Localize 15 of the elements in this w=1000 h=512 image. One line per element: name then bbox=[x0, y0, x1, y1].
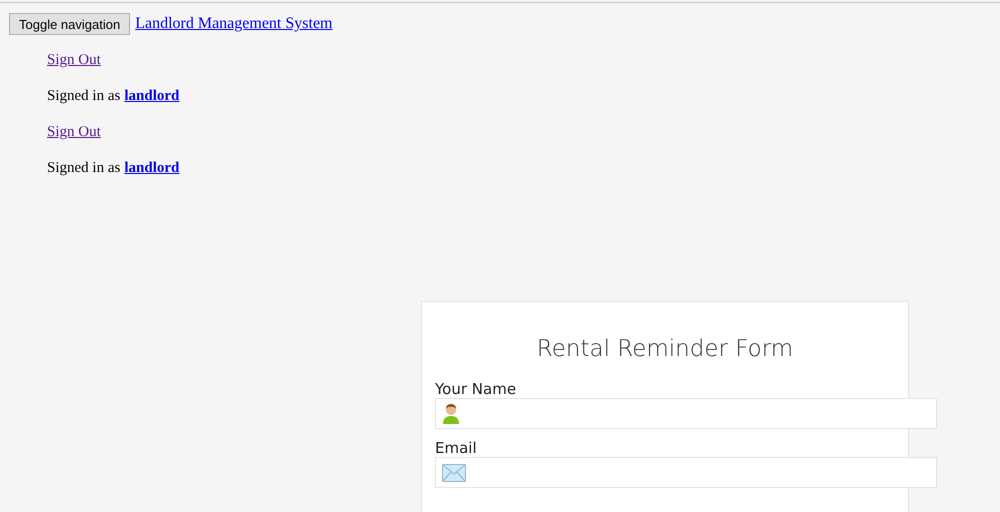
sign-out-link[interactable]: Sign Out bbox=[47, 52, 101, 68]
signed-in-text: Signed in as bbox=[47, 88, 120, 104]
toggle-navigation-button[interactable]: Toggle navigation bbox=[9, 13, 130, 35]
field-label: Email bbox=[435, 439, 478, 457]
email-field[interactable] bbox=[435, 457, 937, 488]
form-title: Rental Reminder Form bbox=[536, 336, 794, 362]
signed-in-text: Signed in as bbox=[47, 160, 120, 176]
person-icon bbox=[442, 402, 460, 424]
name-field[interactable] bbox=[435, 398, 937, 429]
field-label: Your Name bbox=[435, 380, 518, 398]
sign-out-link[interactable]: Sign Out bbox=[47, 124, 101, 140]
username-link[interactable]: landlord bbox=[124, 88, 180, 104]
envelope-icon bbox=[442, 464, 466, 482]
username-link[interactable]: landlord bbox=[124, 160, 180, 176]
brand-link[interactable]: Landlord Management System bbox=[135, 15, 332, 33]
